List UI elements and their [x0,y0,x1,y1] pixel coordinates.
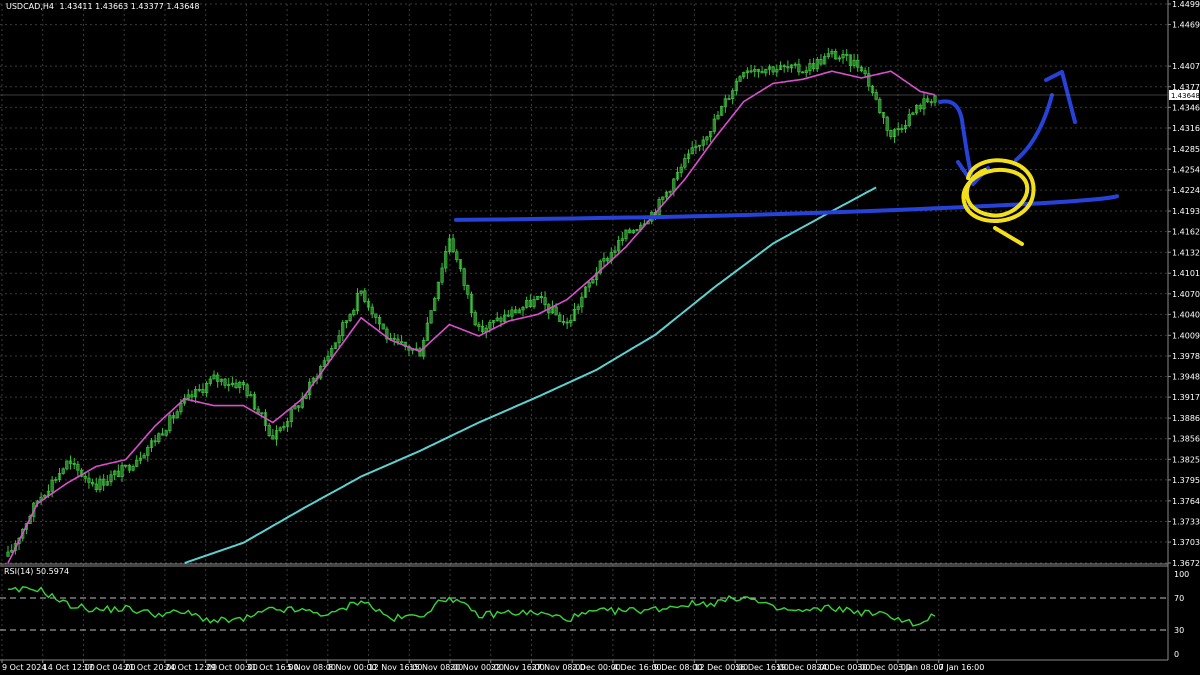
price-tick-label: 1.41625 [1172,228,1200,237]
price-tick-label: 1.44995 [1172,0,1200,9]
current-price-label: 1.43648 [1171,92,1200,100]
candle [433,296,437,312]
candle [436,281,440,301]
price-tick-label: 1.38865 [1172,414,1200,423]
price-tick-label: 1.39785 [1172,352,1200,361]
candle [598,259,602,275]
time-tick-label: 9 Oct 2024 [2,663,46,672]
time-tick-label: 7 Jan 16:00 [939,663,985,672]
price-tick-label: 1.36720 [1172,559,1200,568]
price-tick-label: 1.37640 [1172,497,1200,506]
rsi-label: RSI(14) 50.5974 [4,567,69,576]
symbol-header: USDCAD,H4 1.43411 1.43663 1.43377 1.4364… [6,2,199,11]
price-tick-label: 1.37950 [1172,476,1200,485]
price-tick-label: 1.42545 [1172,166,1200,175]
price-tick-label: 1.43465 [1172,103,1200,112]
usdcad-h4-chart[interactable]: 1.449951.446901.440751.437701.434651.431… [0,0,1200,675]
price-tick-label: 1.39480 [1172,373,1200,382]
candle [333,342,337,350]
candle [429,310,433,324]
candle [245,382,249,399]
candle [252,391,257,411]
candle [381,323,385,330]
rsi-tick-label: 70 [1174,594,1184,603]
candle [157,432,161,444]
rsi-tick-label: 100 [1174,570,1189,579]
price-tick-label: 1.42850 [1172,145,1200,154]
price-tick-label: 1.41010 [1172,269,1200,278]
price-tick-label: 1.40400 [1172,310,1200,319]
price-tick-label: 1.38560 [1172,435,1200,444]
rsi-tick-label: 30 [1174,626,1184,635]
time-tick-label: 3 Jan 08:00 [898,663,944,672]
price-tick-label: 1.39175 [1172,393,1200,402]
candle [583,285,588,299]
price-tick-label: 1.37030 [1172,538,1200,547]
price-tick-label: 1.43160 [1172,124,1200,133]
price-tick-label: 1.40705 [1172,290,1200,299]
price-tick-label: 1.37335 [1172,517,1200,526]
candle [473,310,477,327]
candle [348,313,352,322]
price-tick-label: 1.42240 [1172,186,1200,195]
chart-background [0,0,1200,675]
candle [267,422,271,437]
price-tick-label: 1.41930 [1172,207,1200,216]
candle [65,460,69,471]
price-tick-label: 1.41320 [1172,248,1200,257]
candle [878,97,882,114]
price-tick-label: 1.44690 [1172,21,1200,30]
rsi-tick-label: 0 [1174,650,1179,659]
price-tick-label: 1.38255 [1172,455,1200,464]
candle [61,467,65,475]
price-tick-label: 1.44075 [1172,62,1200,71]
candle [536,295,540,301]
candle [720,105,724,116]
price-tick-label: 1.40090 [1172,331,1200,340]
